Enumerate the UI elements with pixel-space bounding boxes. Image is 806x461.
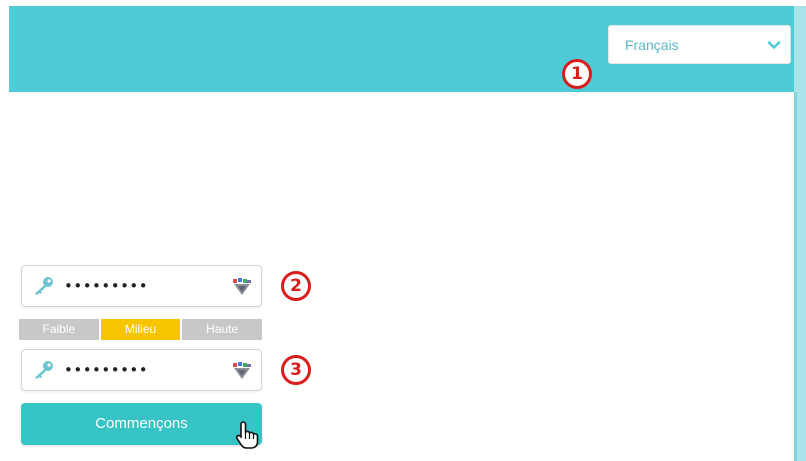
strength-medium: Milieu (100, 319, 181, 340)
password-masked-value: ••••••••• (64, 277, 149, 295)
callout-marker-2: 2 (281, 271, 311, 301)
hand-cursor-icon (235, 421, 259, 449)
password-field[interactable]: ••••••••• (21, 265, 262, 307)
language-select-value: Français (625, 37, 679, 53)
right-edge-strip-inner (794, 92, 797, 461)
start-button[interactable]: Commençons (21, 403, 262, 445)
strength-high: Haute (182, 319, 263, 340)
password-strength-meter: Faible Milieu Haute (19, 319, 263, 340)
chevron-down-icon (767, 41, 781, 49)
strength-weak: Faible (19, 319, 99, 340)
setup-page: Français 1 ••••••••• 2 Faible Milieu Hau… (0, 0, 806, 461)
confirm-password-masked-value: ••••••••• (64, 361, 149, 379)
confirm-password-field[interactable]: ••••••••• (21, 349, 262, 391)
reveal-password-icon[interactable] (232, 276, 252, 296)
reveal-password-icon[interactable] (232, 360, 252, 380)
language-select[interactable]: Français (608, 25, 791, 64)
key-icon (35, 361, 53, 379)
callout-marker-3: 3 (281, 355, 311, 385)
key-icon (35, 277, 53, 295)
callout-marker-1: 1 (562, 59, 592, 89)
